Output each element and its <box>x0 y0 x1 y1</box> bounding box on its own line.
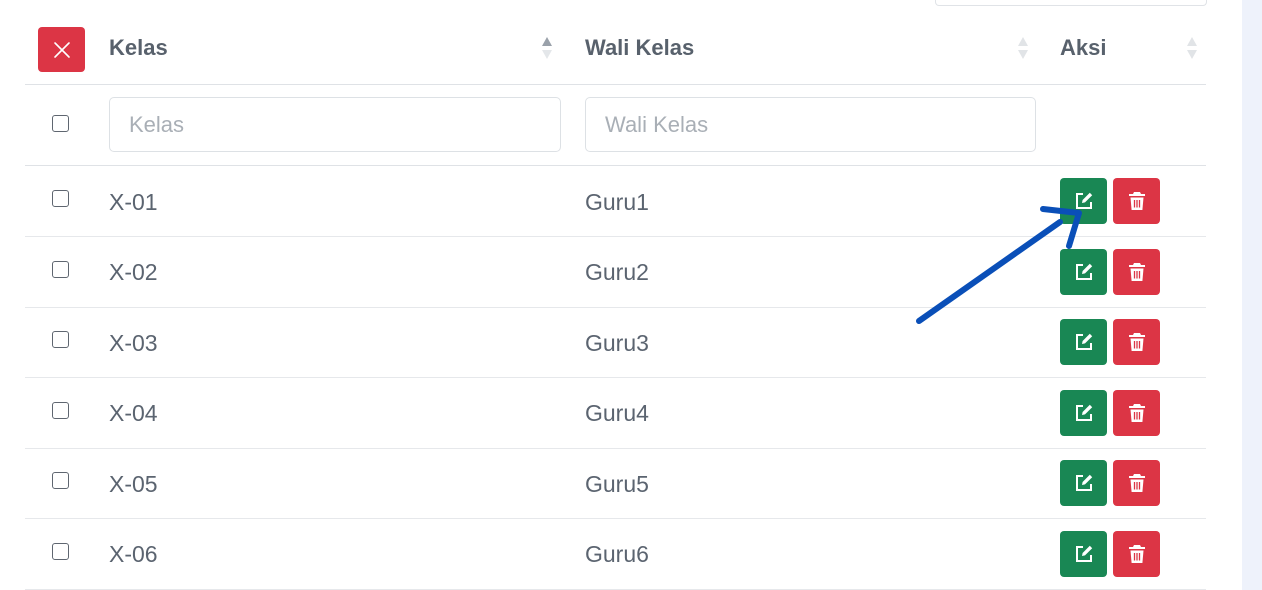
cell-kelas: X-04 <box>109 400 158 426</box>
cell-wali-kelas: Guru3 <box>585 330 649 356</box>
trash-icon <box>1128 474 1145 492</box>
wali-kelas-filter-input[interactable] <box>585 97 1036 152</box>
cell-kelas: X-01 <box>109 189 158 215</box>
column-header-aksi[interactable]: Aksi <box>1060 35 1106 61</box>
trash-icon <box>1128 263 1145 281</box>
row-checkbox[interactable] <box>52 402 69 419</box>
cell-wali-kelas: Guru6 <box>585 541 649 567</box>
edit-icon <box>1075 263 1092 280</box>
delete-button[interactable] <box>1113 531 1160 577</box>
edit-icon <box>1075 192 1092 209</box>
row-checkbox[interactable] <box>52 331 69 348</box>
table-row: X-06 Guru6 <box>25 519 1206 590</box>
edit-button[interactable] <box>1060 531 1107 577</box>
edit-button[interactable] <box>1060 249 1107 295</box>
page-side-strip <box>1242 0 1262 590</box>
cell-kelas: X-02 <box>109 259 158 285</box>
delete-button[interactable] <box>1113 460 1160 506</box>
table-row: X-04 Guru4 <box>25 378 1206 449</box>
cell-wali-kelas: Guru2 <box>585 259 649 285</box>
row-checkbox[interactable] <box>52 261 69 278</box>
cell-wali-kelas: Guru1 <box>585 189 649 215</box>
cell-wali-kelas: Guru5 <box>585 471 649 497</box>
edit-icon <box>1075 404 1092 421</box>
select-all-checkbox[interactable] <box>52 115 69 132</box>
trash-icon <box>1128 545 1145 563</box>
close-icon <box>53 41 70 58</box>
edit-button[interactable] <box>1060 460 1107 506</box>
delete-button[interactable] <box>1113 249 1160 295</box>
filter-row <box>25 85 1206 166</box>
row-checkbox[interactable] <box>52 472 69 489</box>
kelas-filter-input[interactable] <box>109 97 561 152</box>
edit-button[interactable] <box>1060 178 1107 224</box>
edit-icon <box>1075 333 1092 350</box>
table-row: X-02 Guru2 <box>25 237 1206 308</box>
delete-button[interactable] <box>1113 178 1160 224</box>
sort-asc-icon[interactable] <box>541 35 553 61</box>
table-header: Kelas Wali Kelas Aksi <box>25 13 1206 85</box>
table-row: X-01 Guru1 <box>25 166 1206 237</box>
edit-button[interactable] <box>1060 390 1107 436</box>
edit-icon <box>1075 474 1092 491</box>
cell-kelas: X-05 <box>109 471 158 497</box>
trash-icon <box>1128 192 1145 210</box>
delete-button[interactable] <box>1113 390 1160 436</box>
trash-icon <box>1128 404 1145 422</box>
cell-kelas: X-03 <box>109 330 158 356</box>
row-checkbox[interactable] <box>52 190 69 207</box>
edit-icon <box>1075 545 1092 562</box>
trash-icon <box>1128 333 1145 351</box>
table-row: X-03 Guru3 <box>25 307 1206 378</box>
delete-button[interactable] <box>1113 319 1160 365</box>
column-header-wali-kelas[interactable]: Wali Kelas <box>585 35 694 61</box>
table-row: X-05 Guru5 <box>25 448 1206 519</box>
edit-button[interactable] <box>1060 319 1107 365</box>
sort-icon[interactable] <box>1017 35 1029 61</box>
cell-wali-kelas: Guru4 <box>585 400 649 426</box>
cell-kelas: X-06 <box>109 541 158 567</box>
row-checkbox[interactable] <box>52 543 69 560</box>
sort-icon[interactable] <box>1186 35 1198 61</box>
search-box-edge[interactable] <box>935 0 1207 6</box>
column-header-kelas[interactable]: Kelas <box>109 35 168 61</box>
clear-filter-button[interactable] <box>38 27 85 72</box>
